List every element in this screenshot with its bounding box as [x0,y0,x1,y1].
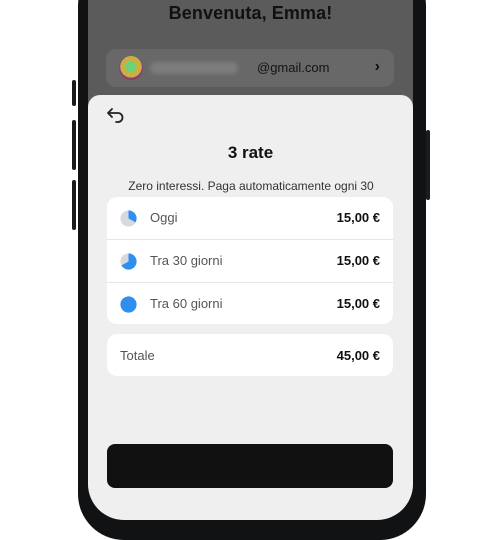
total-amount: 45,00 € [336,348,380,363]
installments-sheet: 3 rate Zero interessi. Paga automaticame… [88,95,413,520]
installment-amount: 15,00 € [336,210,380,225]
total-row: Totale 45,00 € [107,334,393,376]
email-blurred-part [150,62,238,74]
email-domain: @gmail.com [257,60,330,75]
installment-progress-icon [120,253,137,270]
installment-amount: 15,00 € [336,296,380,311]
installment-label: Tra 30 giorni [150,253,223,268]
greeting-title: Benvenuta, Emma! [168,3,333,23]
chevron-right-icon: › [374,58,380,75]
avatar [119,56,143,80]
installment-progress-icon [120,296,137,313]
installment-row: Tra 30 giorni 15,00 € [107,240,393,283]
installment-label: Oggi [150,210,178,225]
installment-progress-icon [120,210,137,227]
phone-side-button [72,180,76,230]
installments-list: Oggi 15,00 € Tra 30 giorni 15,00 € Tra 6… [107,197,393,324]
sheet-title: 3 rate [227,143,274,162]
phone-side-button [72,80,76,106]
back-arrow-icon[interactable] [106,106,126,124]
phone-side-button [426,130,430,200]
installment-row: Tra 60 giorni 15,00 € [107,283,393,325]
phone-screen: Benvenuta, Emma! @gmail.com › 3 rate Zer… [88,0,413,520]
total-label: Totale [120,348,155,363]
installment-label: Tra 60 giorni [150,296,223,311]
installment-amount: 15,00 € [336,253,380,268]
account-selector[interactable]: @gmail.com › [106,49,394,87]
confirm-button[interactable] [107,444,393,488]
phone-side-button [72,120,76,170]
installment-row: Oggi 15,00 € [107,197,393,240]
